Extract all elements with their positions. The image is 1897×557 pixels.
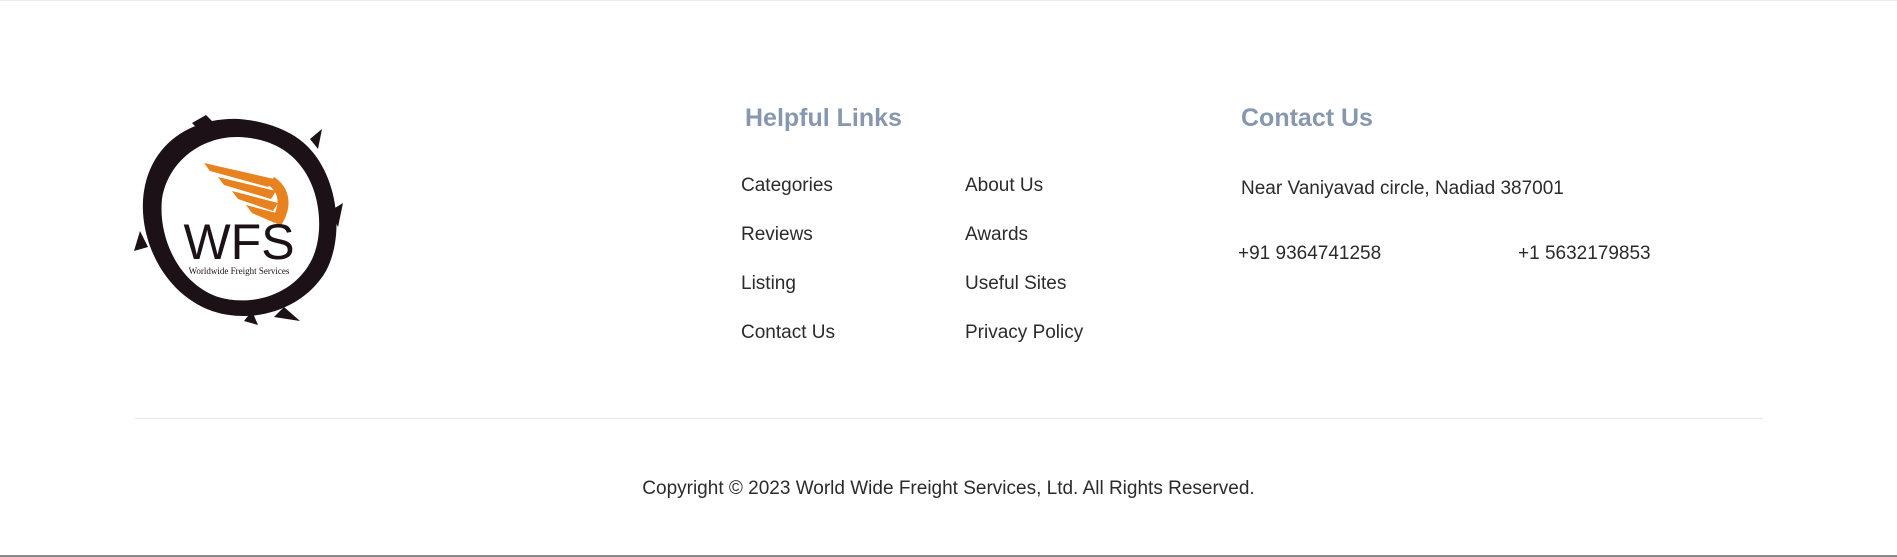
link-categories[interactable]: Categories (741, 172, 835, 221)
copyright-text: Copyright © 2023 World Wide Freight Serv… (642, 478, 1255, 499)
link-reviews[interactable]: Reviews (741, 221, 835, 270)
logo-mark-text: WFS (183, 214, 294, 270)
link-awards[interactable]: Awards (965, 221, 1083, 270)
phone-number-india[interactable]: +91 9364741258 (1238, 241, 1381, 267)
link-contact-us[interactable]: Contact Us (741, 319, 835, 368)
footer-section: WFS Worldwide Freight Services Helpful L… (0, 0, 1897, 557)
link-useful-sites[interactable]: Useful Sites (965, 270, 1083, 319)
footer-divider (135, 418, 1763, 419)
helpful-links-column-1: Categories Reviews Listing Contact Us (741, 172, 835, 368)
wfs-logo[interactable]: WFS Worldwide Freight Services (134, 111, 344, 325)
contact-address: Near Vaniyavad circle, Nadiad 387001 (1241, 178, 1564, 199)
helpful-links-column-2: About Us Awards Useful Sites Privacy Pol… (965, 172, 1083, 368)
link-privacy-policy[interactable]: Privacy Policy (965, 319, 1083, 368)
phone-number-us[interactable]: +1 5632179853 (1518, 241, 1651, 267)
link-listing[interactable]: Listing (741, 270, 835, 319)
logo-tagline: Worldwide Freight Services (189, 266, 290, 276)
link-about-us[interactable]: About Us (965, 172, 1083, 221)
contact-us-heading: Contact Us (1241, 104, 1373, 132)
helpful-links-heading: Helpful Links (745, 104, 902, 132)
